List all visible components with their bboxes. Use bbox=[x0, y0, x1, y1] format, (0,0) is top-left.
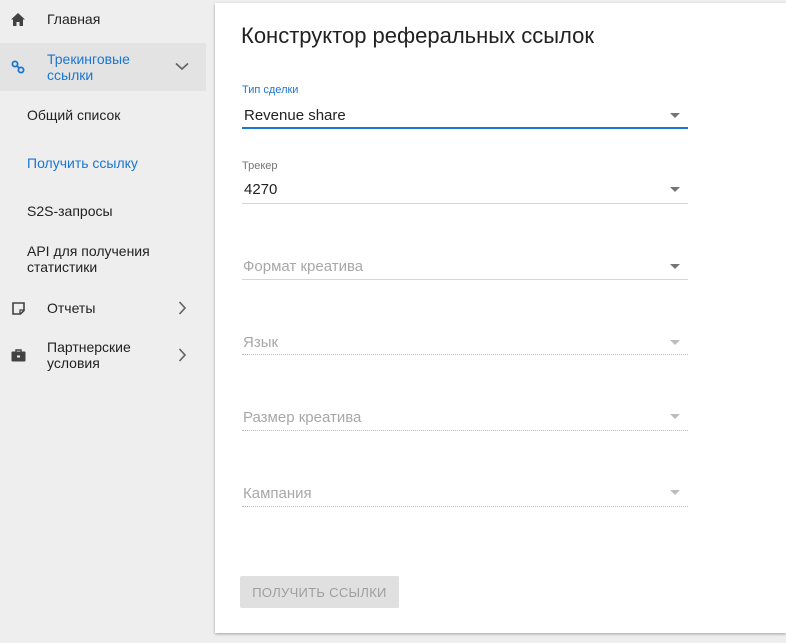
chevron-down-icon[interactable] bbox=[174, 58, 190, 74]
dropdown-arrow-icon bbox=[670, 264, 680, 269]
sidebar-subitem-label: S2S-запросы bbox=[27, 203, 113, 219]
chevron-right-icon[interactable] bbox=[174, 300, 190, 316]
sidebar-item-label: Партнерские условия bbox=[47, 339, 131, 371]
deal-type-select[interactable]: Тип сделки Revenue share bbox=[242, 84, 688, 130]
field-underline bbox=[242, 430, 688, 431]
sidebar-subitem-api[interactable]: API для получения статистики bbox=[0, 240, 206, 278]
language-select: Язык bbox=[242, 329, 688, 359]
tracker-label: Трекер bbox=[242, 160, 278, 172]
tracker-select[interactable]: Трекер 4270 bbox=[242, 160, 688, 206]
tracker-value: 4270 bbox=[244, 181, 278, 198]
sidebar-subitem-list[interactable]: Общий список bbox=[0, 104, 206, 126]
sidebar: Главная Трекинговые ссылки Общий список … bbox=[0, 0, 206, 643]
dropdown-arrow-icon bbox=[670, 414, 680, 419]
dropdown-arrow-icon bbox=[670, 490, 680, 495]
dropdown-arrow-icon bbox=[670, 113, 680, 118]
sidebar-item-home[interactable]: Главная bbox=[0, 0, 206, 38]
field-underline bbox=[242, 506, 688, 507]
sidebar-item-label: Трекинговые ссылки bbox=[47, 51, 130, 83]
deal-type-label: Тип сделки bbox=[242, 84, 299, 96]
sidebar-subitem-label: Получить ссылку bbox=[27, 155, 138, 171]
campaign-select: Кампания bbox=[242, 480, 688, 510]
sidebar-item-reports[interactable]: Отчеты bbox=[0, 290, 206, 326]
creative-size-placeholder: Размер креатива bbox=[243, 409, 362, 426]
sidebar-item-tracking-links[interactable]: Трекинговые ссылки bbox=[0, 43, 206, 91]
sidebar-subitem-label: Общий список bbox=[27, 107, 121, 123]
field-underline bbox=[242, 279, 688, 280]
briefcase-icon bbox=[10, 347, 26, 363]
dropdown-arrow-icon bbox=[670, 340, 680, 345]
sidebar-item-label: Отчеты bbox=[47, 300, 96, 316]
link-icon bbox=[10, 59, 26, 75]
home-icon bbox=[10, 11, 26, 27]
creative-format-placeholder: Формат креатива bbox=[243, 258, 364, 275]
sidebar-subitem-get-link[interactable]: Получить ссылку bbox=[0, 152, 206, 174]
campaign-placeholder: Кампания bbox=[243, 485, 312, 502]
page-title: Конструктор реферальных ссылок bbox=[241, 23, 594, 48]
get-links-button[interactable]: Получить ссылки bbox=[240, 576, 399, 608]
sidebar-item-partner-terms[interactable]: Партнерские условия bbox=[0, 334, 206, 376]
dropdown-arrow-icon bbox=[670, 187, 680, 192]
field-underline bbox=[242, 127, 688, 129]
language-placeholder: Язык bbox=[243, 334, 279, 351]
note-icon bbox=[10, 300, 26, 316]
field-underline bbox=[242, 354, 688, 355]
creative-size-select: Размер креатива bbox=[242, 404, 688, 434]
deal-type-value: Revenue share bbox=[244, 107, 346, 124]
sidebar-subitem-s2s[interactable]: S2S-запросы bbox=[0, 200, 206, 222]
creative-format-select[interactable]: Формат креатива bbox=[242, 253, 688, 283]
referral-link-builder-card: Конструктор реферальных ссылок Тип сделк… bbox=[215, 3, 786, 633]
chevron-right-icon[interactable] bbox=[174, 347, 190, 363]
sidebar-item-label: Главная bbox=[47, 11, 101, 27]
field-underline bbox=[242, 203, 688, 204]
sidebar-subitem-label: API для получения статистики bbox=[27, 243, 150, 275]
